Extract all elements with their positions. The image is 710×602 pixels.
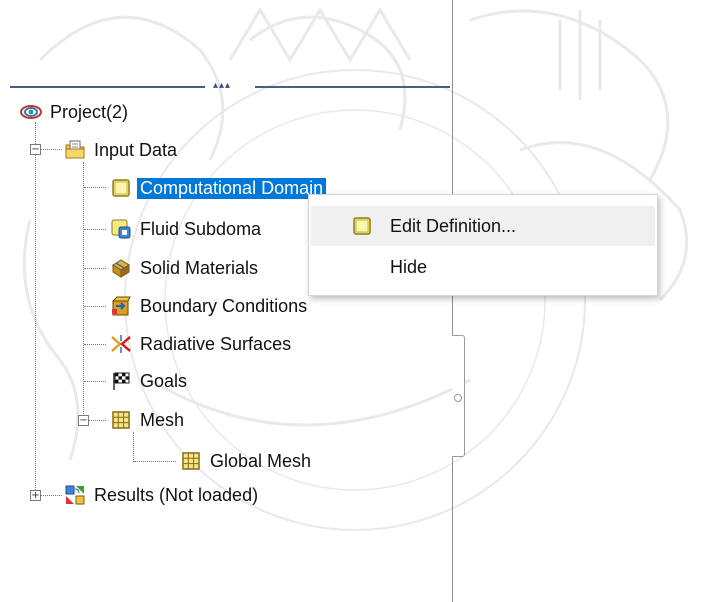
- tree-item-label: Boundary Conditions: [140, 295, 308, 316]
- tree-item-mesh[interactable]: Mesh: [110, 406, 184, 434]
- mesh-icon: [182, 452, 200, 470]
- tree-item-input-data[interactable]: Input Data: [64, 136, 177, 164]
- tree-item-boundary-conditions[interactable]: Boundary Conditions: [110, 292, 307, 320]
- tree-item-project[interactable]: Project(2): [20, 98, 128, 126]
- tree-item-label: Results (Not loaded): [94, 484, 259, 505]
- expander-results[interactable]: +: [30, 490, 41, 501]
- menu-item-edit-definition[interactable]: Edit Definition...: [311, 206, 655, 246]
- menu-item-label: Hide: [390, 256, 428, 277]
- tree-item-label: Goals: [140, 370, 188, 391]
- domain-box-icon: [353, 217, 371, 235]
- menu-item-label: Edit Definition...: [390, 215, 517, 236]
- tree-item-label: Global Mesh: [210, 450, 312, 471]
- tree-item-global-mesh[interactable]: Global Mesh: [180, 447, 311, 475]
- radiative-surfaces-icon: [111, 335, 131, 353]
- folder-input-icon: [65, 140, 85, 159]
- tree-item-goals[interactable]: Goals: [110, 367, 187, 395]
- tree-item-label: Input Data: [94, 139, 178, 160]
- tree-item-label: Computational Domain: [137, 177, 327, 199]
- collapse-handle[interactable]: [452, 335, 465, 457]
- boundary-conditions-icon: [111, 296, 131, 316]
- solid-materials-icon: [112, 259, 130, 278]
- menu-item-hide[interactable]: Hide: [311, 247, 655, 287]
- tree-item-label: Fluid Subdoma: [140, 218, 262, 239]
- tree-item-label: Radiative Surfaces: [140, 333, 292, 354]
- tree-item-radiative-surfaces[interactable]: Radiative Surfaces: [110, 330, 291, 358]
- tree-item-results[interactable]: Results (Not loaded): [64, 481, 258, 509]
- tree-item-label: Mesh: [140, 409, 185, 430]
- tree-item-label: Solid Materials: [140, 257, 259, 278]
- project-icon: [20, 105, 42, 119]
- mesh-icon: [112, 411, 130, 429]
- panel-divider[interactable]: [452, 0, 453, 602]
- project-tree: Project(2) − Input Data Computational Do…: [0, 0, 452, 602]
- context-menu: Edit Definition... Hide: [308, 194, 658, 296]
- results-icon: [65, 485, 85, 505]
- expander-mesh[interactable]: −: [78, 415, 89, 426]
- tree-item-solid-materials[interactable]: Solid Materials: [110, 254, 258, 282]
- fluid-subdomain-icon: [111, 219, 131, 239]
- tree-item-computational-domain[interactable]: Computational Domain: [110, 174, 327, 202]
- tree-item-fluid-subdomains[interactable]: Fluid Subdoma: [110, 215, 261, 243]
- tree-item-label: Project(2): [50, 101, 129, 122]
- domain-box-icon: [112, 179, 130, 197]
- expander-input-data[interactable]: −: [30, 144, 41, 155]
- goals-flag-icon: [113, 372, 130, 390]
